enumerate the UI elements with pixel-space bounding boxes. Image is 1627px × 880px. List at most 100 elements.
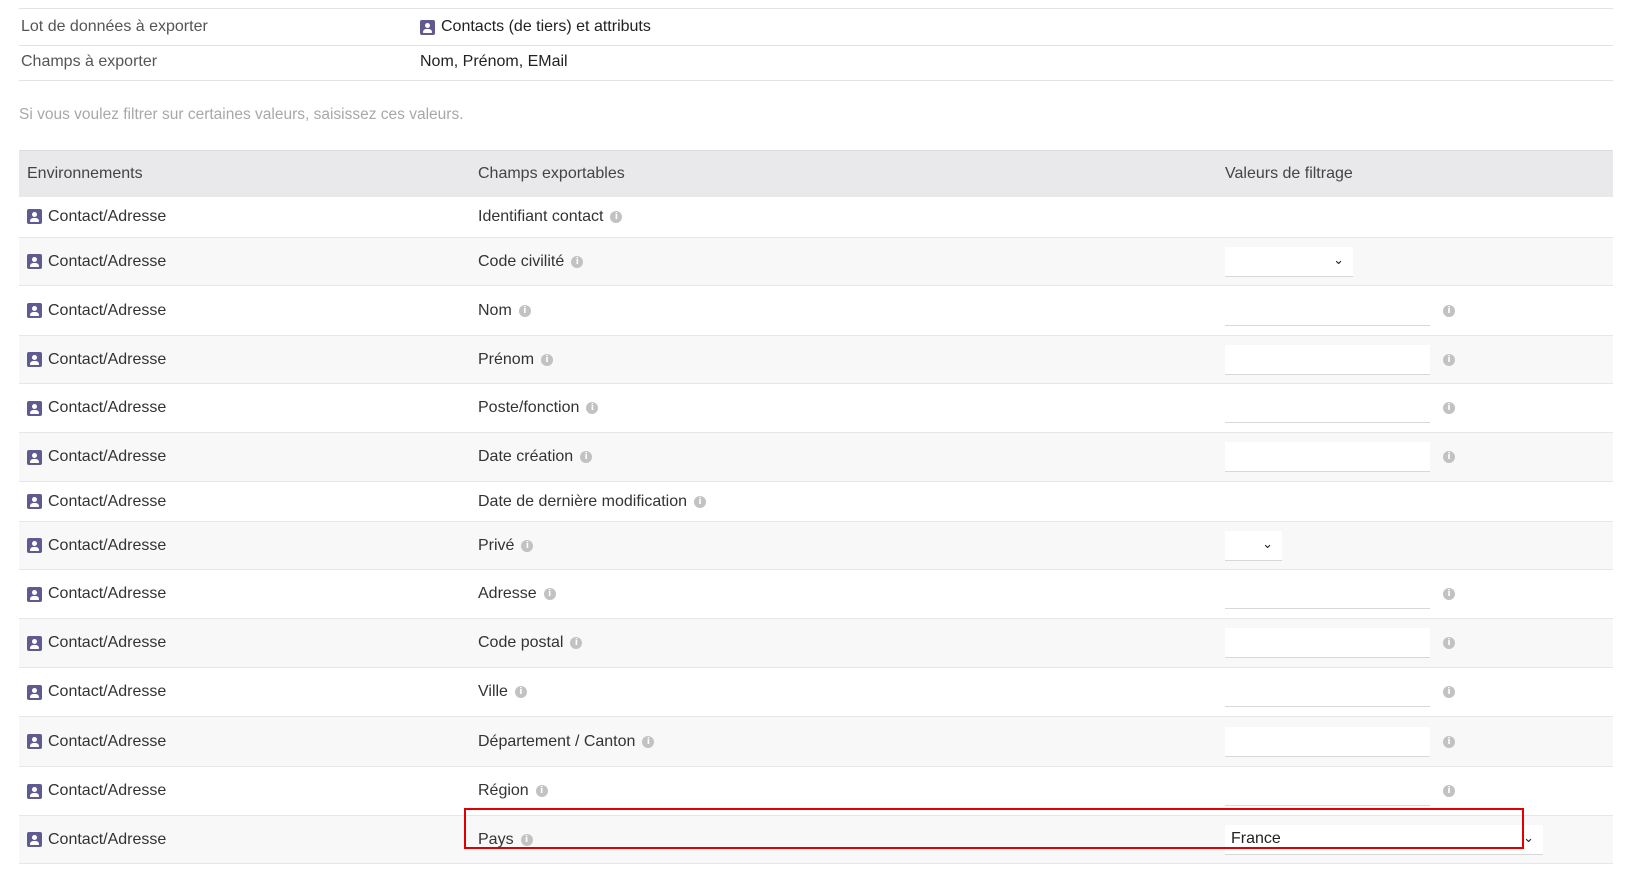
info-icon[interactable]: i <box>1443 588 1455 600</box>
info-icon[interactable]: i <box>541 353 554 366</box>
header-environments: Environnements <box>27 165 143 182</box>
env-label: Contact/Adresse <box>48 350 167 368</box>
info-icon[interactable]: i <box>514 686 527 698</box>
prive-select[interactable]: ⌄ <box>1225 530 1282 561</box>
info-icon[interactable]: i <box>1443 451 1455 463</box>
summary-row-fields: Champs à exporter Nom, Prénom, EMail <box>19 44 1613 81</box>
field-cell: Ville i <box>478 668 527 716</box>
info-icon[interactable]: i <box>642 735 655 748</box>
table-header: Environnements Champs exportables Valeur… <box>19 150 1613 197</box>
env-cell: Contact/Adresse <box>27 384 166 432</box>
table-row: Contact/Adresse Adresse i i <box>19 570 1613 619</box>
table-row: Contact/Adresse Prénom i i <box>19 336 1613 384</box>
date-creation-filter-input[interactable] <box>1225 442 1430 472</box>
info-icon[interactable]: i <box>518 304 531 317</box>
code-postal-filter-input[interactable] <box>1225 628 1430 658</box>
contact-card-icon <box>27 832 42 847</box>
env-label: Contact/Adresse <box>48 634 167 651</box>
region-filter-input[interactable] <box>1225 776 1430 806</box>
chevron-down-icon: ⌄ <box>1523 830 1534 846</box>
info-icon[interactable]: i <box>1443 637 1455 649</box>
filter-cell: i <box>1225 384 1455 432</box>
contact-card-icon <box>27 783 42 799</box>
chevron-down-icon: ⌄ <box>1262 536 1273 552</box>
info-icon[interactable]: i <box>1443 686 1455 698</box>
contact-card-icon <box>27 254 42 269</box>
table-row: Contact/Adresse Poste/fonction i i <box>19 384 1613 433</box>
field-label: Adresse <box>478 585 537 602</box>
info-icon[interactable]: i <box>1443 735 1455 748</box>
poste-fonction-filter-input[interactable] <box>1225 393 1430 423</box>
env-cell: Contact/Adresse <box>27 433 166 481</box>
field-cell: Privé i <box>478 522 534 569</box>
table-row: Contact/Adresse Identifiant contact i <box>19 196 1613 238</box>
contact-card-icon <box>27 449 42 465</box>
env-cell: Contact/Adresse <box>27 336 166 383</box>
table-row: Contact/Adresse Nom i i <box>19 286 1613 336</box>
env-cell: Contact/Adresse <box>27 482 166 521</box>
field-cell: Département / Canton i <box>478 717 655 766</box>
env-label: Contact/Adresse <box>48 492 167 510</box>
header-exportable-fields: Champs exportables <box>478 165 625 182</box>
info-icon[interactable]: i <box>521 539 534 552</box>
ville-filter-input[interactable] <box>1225 677 1430 707</box>
env-label: Contact/Adresse <box>48 252 167 270</box>
filter-hint: Si vous voulez filtrer sur certaines val… <box>19 106 464 123</box>
filter-cell: i <box>1225 570 1455 618</box>
info-icon[interactable]: i <box>610 210 623 223</box>
info-icon[interactable]: i <box>694 495 707 508</box>
field-cell: Prénom i <box>478 336 554 383</box>
code-civilite-select[interactable]: ⌄ <box>1225 246 1353 277</box>
info-icon[interactable]: i <box>1443 304 1455 317</box>
fields-value: Nom, Prénom, EMail <box>420 53 568 70</box>
info-icon[interactable]: i <box>1443 785 1455 797</box>
highlight-box <box>464 808 1524 849</box>
info-icon[interactable]: i <box>580 451 593 463</box>
field-cell: Code civilité i <box>478 238 584 285</box>
field-label: Date de dernière modification <box>478 492 688 510</box>
env-label: Contact/Adresse <box>48 683 167 700</box>
departement-canton-filter-input[interactable] <box>1225 726 1430 757</box>
env-cell: Contact/Adresse <box>27 767 166 815</box>
env-label: Contact/Adresse <box>48 399 167 416</box>
contact-card-icon <box>27 400 42 416</box>
env-cell: Contact/Adresse <box>27 570 166 618</box>
contact-card-icon <box>420 19 435 35</box>
prenom-filter-input[interactable] <box>1225 344 1430 375</box>
field-label: Poste/fonction <box>478 399 580 416</box>
env-cell: Contact/Adresse <box>27 522 166 569</box>
field-label: Prénom <box>478 350 535 368</box>
field-cell: Code postal i <box>478 619 583 667</box>
nom-filter-input[interactable] <box>1225 295 1430 326</box>
env-label: Contact/Adresse <box>48 782 167 799</box>
filter-cell: i <box>1225 286 1455 335</box>
contact-card-icon <box>27 538 42 553</box>
filter-cell: i <box>1225 619 1455 667</box>
env-label: Contact/Adresse <box>48 830 167 848</box>
field-label: Identifiant contact <box>478 207 604 225</box>
field-cell: Nom i <box>478 286 531 335</box>
info-icon[interactable]: i <box>543 588 556 600</box>
env-label: Contact/Adresse <box>48 448 167 465</box>
adresse-filter-input[interactable] <box>1225 579 1430 609</box>
table-row: Contact/Adresse Date de dernière modific… <box>19 482 1613 522</box>
field-label: Code postal <box>478 634 564 651</box>
info-icon[interactable]: i <box>1443 353 1455 366</box>
info-icon[interactable]: i <box>1443 402 1455 414</box>
contact-card-icon <box>27 635 42 651</box>
info-icon[interactable]: i <box>535 785 548 797</box>
info-icon[interactable]: i <box>570 637 583 649</box>
info-icon[interactable]: i <box>586 402 599 414</box>
fields-label: Champs à exporter <box>21 53 158 70</box>
env-label: Contact/Adresse <box>48 536 167 554</box>
filter-cell: ⌄ <box>1225 238 1353 285</box>
dataset-value: Contacts (de tiers) et attributs <box>420 18 651 36</box>
field-cell: Date de dernière modification i <box>478 482 707 521</box>
table-row: Contact/Adresse Ville i i <box>19 668 1613 717</box>
contact-card-icon <box>27 684 42 700</box>
table-row: Contact/Adresse Privé i ⌄ <box>19 522 1613 570</box>
contact-card-icon <box>27 586 42 602</box>
env-label: Contact/Adresse <box>48 732 167 750</box>
field-cell: Date création i <box>478 433 593 481</box>
info-icon[interactable]: i <box>571 255 584 268</box>
